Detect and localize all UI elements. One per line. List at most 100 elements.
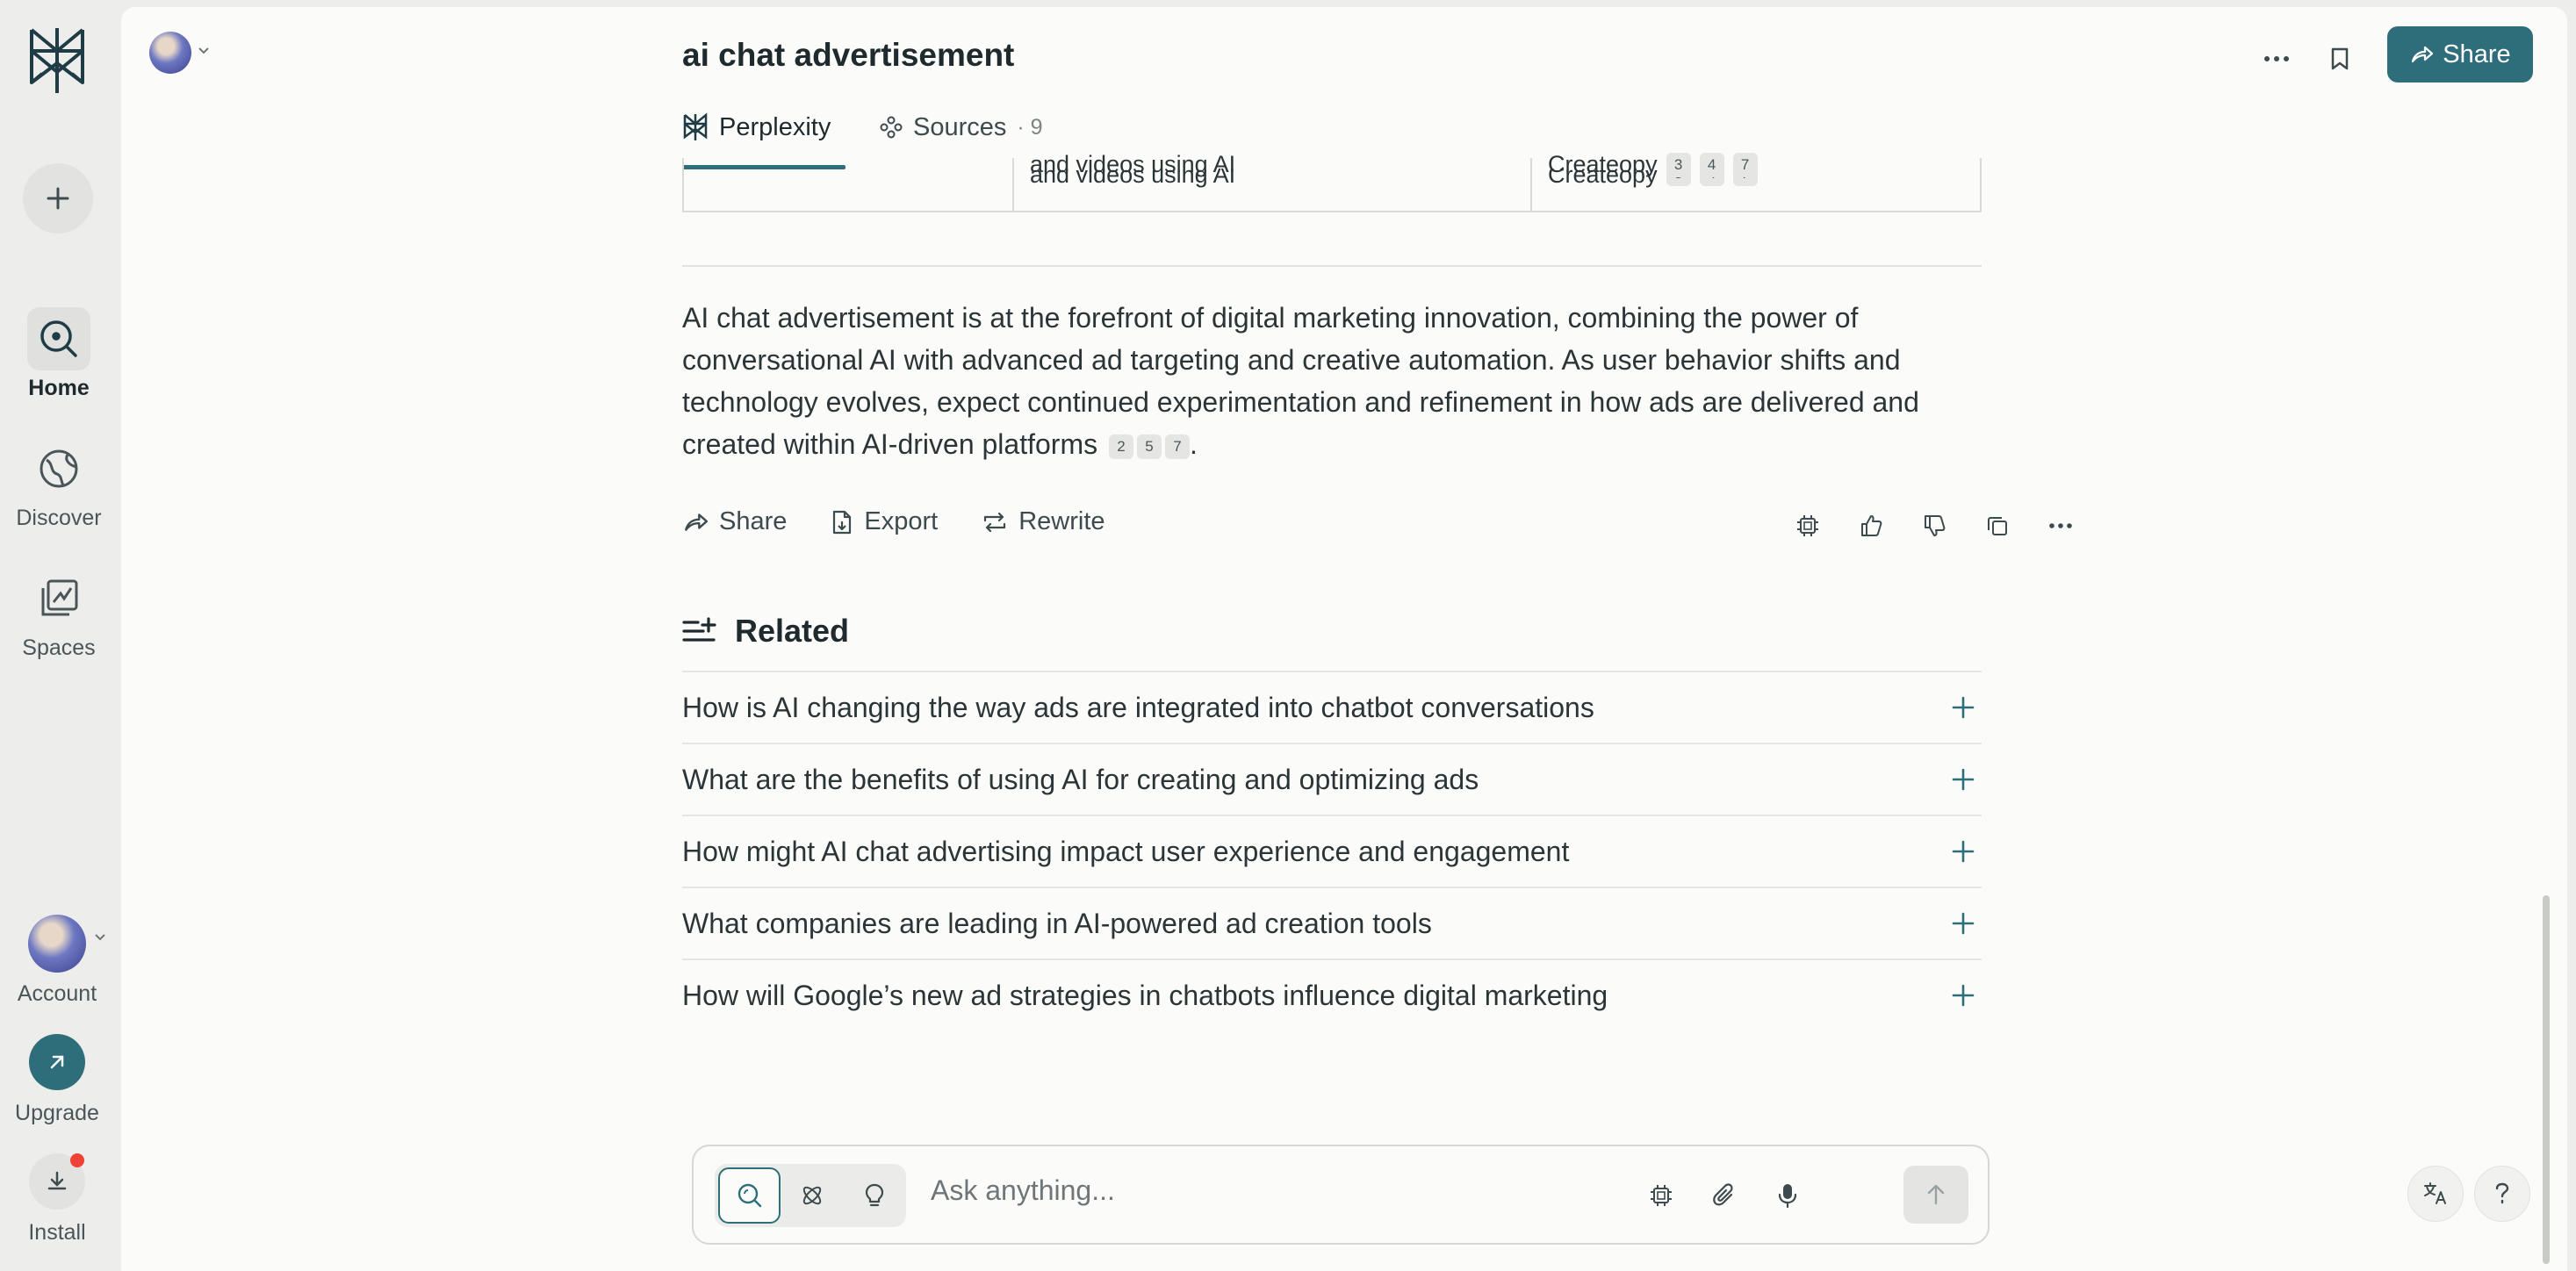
citation-badge[interactable]: 4 <box>1699 153 1724 177</box>
share-answer-label: Share <box>719 507 788 535</box>
lightbulb-icon <box>866 1183 884 1207</box>
account-avatar[interactable] <box>28 915 86 973</box>
thumbs-up-icon <box>1861 515 1882 536</box>
notification-dot <box>70 1153 84 1167</box>
globe-icon <box>27 437 90 500</box>
copy-button[interactable] <box>1979 507 2016 544</box>
answer-actions: Share Export Rewrite <box>682 507 1105 536</box>
rail-label-spaces: Spaces <box>22 636 96 660</box>
rewrite-button[interactable]: Rewrite <box>982 507 1105 536</box>
search-circle-icon <box>27 307 90 370</box>
upgrade-button[interactable] <box>29 1034 85 1090</box>
attach-button[interactable] <box>1705 1176 1744 1215</box>
sources-count: · 9 <box>1017 114 1043 140</box>
upgrade-label: Upgrade <box>15 1101 99 1125</box>
share-arrow-icon <box>2412 46 2434 63</box>
share-button-label: Share <box>2443 39 2511 68</box>
copy-icon <box>1988 517 2007 535</box>
search-mode-button[interactable] <box>718 1167 781 1224</box>
export-file-icon <box>833 510 852 534</box>
thread-title: ai chat advertisement <box>682 37 1015 73</box>
citation-badge[interactable]: 7 <box>1164 434 1190 459</box>
tab-sources[interactable]: Sources · 9 <box>880 102 1043 153</box>
thumbs-down-icon <box>1925 515 1946 536</box>
labs-mode-button[interactable] <box>844 1167 906 1224</box>
rail-item-spaces[interactable]: Spaces <box>0 567 118 661</box>
share-answer-button[interactable]: Share <box>682 507 787 536</box>
related-item[interactable]: How will Google’s new ad strategies in c… <box>682 959 1982 1030</box>
model-select-button[interactable] <box>1642 1176 1680 1215</box>
share-button[interactable]: Share <box>2387 26 2533 83</box>
tab-perplexity[interactable]: Perplexity <box>682 102 831 153</box>
research-atom-icon <box>802 1186 822 1205</box>
related-item[interactable]: What are the benefits of using AI for cr… <box>682 743 1982 815</box>
citation-badge[interactable]: 5 <box>1136 434 1162 459</box>
citation-badge[interactable]: 3 <box>1666 153 1691 177</box>
related-item[interactable]: How might AI chat advertising impact use… <box>682 815 1982 887</box>
account-label: Account <box>17 981 97 1006</box>
install-label: Install <box>28 1220 86 1245</box>
ask-input[interactable]: Ask anything... <box>931 1174 1115 1207</box>
voice-input-button[interactable] <box>1768 1176 1807 1215</box>
new-thread-button[interactable] <box>23 163 93 233</box>
answer-text: AI chat advertisement is at the forefron… <box>682 302 1919 460</box>
perplexity-logo-icon[interactable] <box>25 25 90 97</box>
rewrite-label: Rewrite <box>1018 507 1105 535</box>
submit-button[interactable] <box>1903 1166 1968 1224</box>
arrow-up-icon <box>1927 1184 1945 1205</box>
translate-icon <box>2424 1182 2446 1204</box>
rewrite-repeat-icon <box>984 512 1006 532</box>
scrollbar-thumb[interactable] <box>2543 895 2550 1264</box>
answer-more-button[interactable] <box>2042 507 2079 544</box>
export-button[interactable]: Export <box>831 507 938 536</box>
tab-perplexity-label: Perplexity <box>719 112 831 141</box>
plus-icon <box>1948 980 1978 1010</box>
microphone-icon <box>1778 1184 1797 1209</box>
question-mark-icon <box>2495 1182 2509 1204</box>
arrow-up-right-icon <box>50 1055 64 1069</box>
main-panel: and videos using AI Createopy 3 4 7 ai c… <box>121 7 2567 1271</box>
related-item[interactable]: How is AI changing the way ads are integ… <box>682 671 1982 743</box>
section-divider <box>682 265 1982 267</box>
tab-sources-label: Sources <box>913 112 1007 141</box>
help-button[interactable] <box>2474 1166 2530 1222</box>
thumbs-down-button[interactable] <box>1916 507 1953 544</box>
rail-item-home[interactable]: Home <box>0 307 118 401</box>
chevron-down-icon[interactable] <box>197 46 211 56</box>
bookmark-icon <box>2331 47 2349 70</box>
ellipsis-icon <box>2049 523 2072 528</box>
citation-badge[interactable]: 7 <box>1732 153 1758 177</box>
rail-item-discover[interactable]: Discover <box>0 437 118 531</box>
plus-icon <box>47 187 69 210</box>
model-chip-button[interactable] <box>1789 507 1826 544</box>
related-list-icon <box>682 617 716 642</box>
thumbs-up-button[interactable] <box>1853 507 1889 544</box>
chip-icon <box>1651 1185 1672 1206</box>
related-item[interactable]: What companies are leading in AI-powered… <box>682 887 1982 959</box>
related-item-text: How will Google’s new ad strategies in c… <box>682 979 1608 1011</box>
related-heading-label: Related <box>735 613 850 649</box>
comparison-table-visible-row: and videos using AI Createopy 3 4 7 <box>682 151 1982 212</box>
left-rail: Home Discover Spaces Account Upgrade Ins… <box>0 0 121 1271</box>
sources-icon <box>880 116 903 139</box>
research-mode-button[interactable] <box>781 1167 843 1224</box>
answer-paragraph: AI chat advertisement is at the forefron… <box>682 297 1990 465</box>
chevron-down-icon[interactable] <box>93 932 107 943</box>
user-avatar[interactable] <box>149 32 191 74</box>
bookmark-button[interactable] <box>2318 37 2362 81</box>
language-button[interactable] <box>2407 1166 2464 1222</box>
search-mode-group <box>715 1164 906 1227</box>
search-icon <box>738 1183 761 1208</box>
plus-icon <box>1948 837 1978 866</box>
plus-icon <box>1948 765 1978 794</box>
chip-icon <box>1797 515 1818 536</box>
table-cell <box>684 158 1014 211</box>
more-options-button[interactable] <box>2255 37 2299 81</box>
plus-icon <box>1948 693 1978 722</box>
ellipsis-icon <box>2264 56 2289 61</box>
paperclip-icon <box>1713 1183 1733 1206</box>
related-item-text: What companies are leading in AI-powered… <box>682 907 1432 939</box>
thread-header: ai chat advertisement Share Perplexity S… <box>121 7 2567 169</box>
rail-label-home: Home <box>28 376 90 400</box>
citation-badge[interactable]: 2 <box>1108 434 1133 459</box>
